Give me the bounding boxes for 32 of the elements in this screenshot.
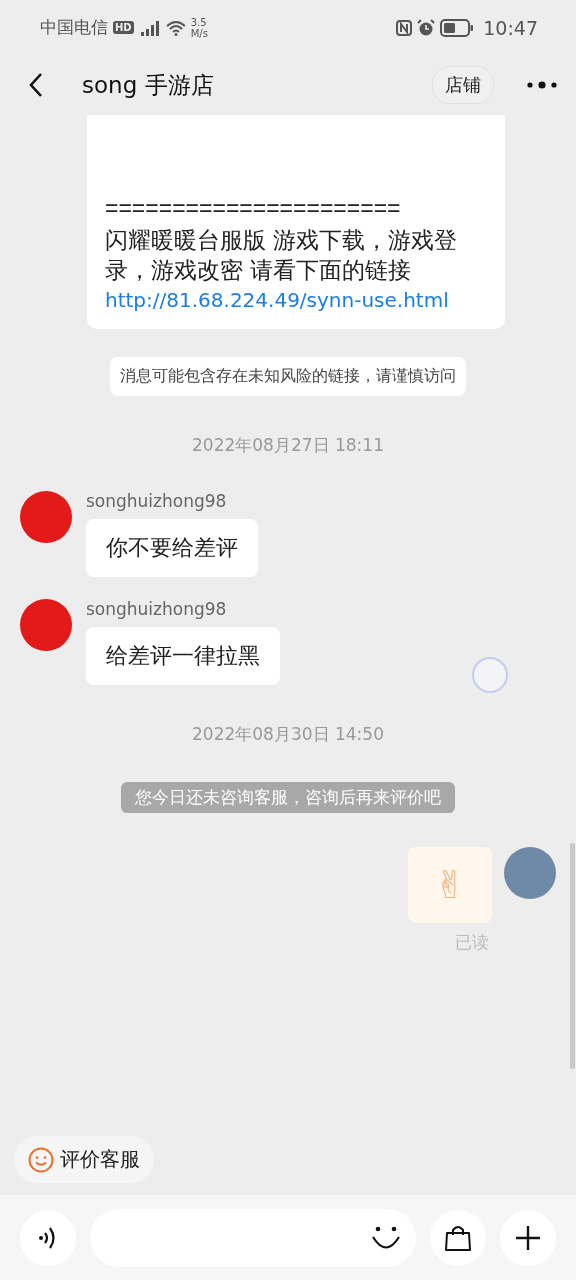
sender-name: songhuizhong98 bbox=[86, 599, 227, 619]
avatar[interactable] bbox=[20, 599, 72, 651]
chat-title: song 手游店 bbox=[82, 70, 215, 100]
battery-icon bbox=[440, 18, 475, 37]
nfc-icon bbox=[396, 19, 413, 36]
shop-button[interactable]: 店铺 bbox=[432, 66, 494, 104]
message-link[interactable]: http://81.68.224.49/synn-use.html bbox=[105, 285, 489, 315]
wifi-icon bbox=[165, 19, 186, 36]
avatar[interactable] bbox=[20, 491, 72, 543]
network-speed: 3.5 bbox=[190, 16, 208, 28]
message-bubble: 给差评一律拉黑 bbox=[86, 627, 280, 685]
speed-unit: M/s bbox=[190, 27, 208, 39]
more-options-icon[interactable] bbox=[526, 80, 558, 90]
avatar[interactable] bbox=[504, 847, 556, 899]
emoji-bubble: ✌ bbox=[408, 847, 492, 923]
hd-badge: HD bbox=[113, 21, 134, 34]
timestamp: 2022年08月30日 14:50 bbox=[192, 723, 384, 746]
system-notice: 您今日还未咨询客服，咨询后再来评价吧 bbox=[121, 782, 455, 813]
message-bubble: 你不要给差评 bbox=[86, 519, 258, 577]
clock-time: 10:47 bbox=[483, 16, 538, 39]
message-divider-text: ====================== bbox=[105, 194, 402, 223]
plus-icon bbox=[514, 1223, 542, 1252]
signal-icon bbox=[138, 19, 161, 36]
smiley-icon bbox=[28, 1146, 54, 1173]
message-text: 闪耀暖暖台服版 游戏下载，游戏登录，游戏改密 请看下面的链接 bbox=[105, 226, 459, 285]
sender-name: songhuizhong98 bbox=[86, 491, 227, 511]
carrier-name: 中国电信 bbox=[40, 16, 108, 39]
rate-service-button[interactable]: 评价客服 bbox=[14, 1136, 154, 1183]
back-button[interactable] bbox=[28, 72, 44, 98]
risk-notice: 消息可能包含存在未知风险的链接，请谨慎访问 bbox=[110, 357, 466, 396]
alarm-icon bbox=[417, 18, 436, 37]
timestamp: 2022年08月27日 18:11 bbox=[192, 434, 384, 457]
